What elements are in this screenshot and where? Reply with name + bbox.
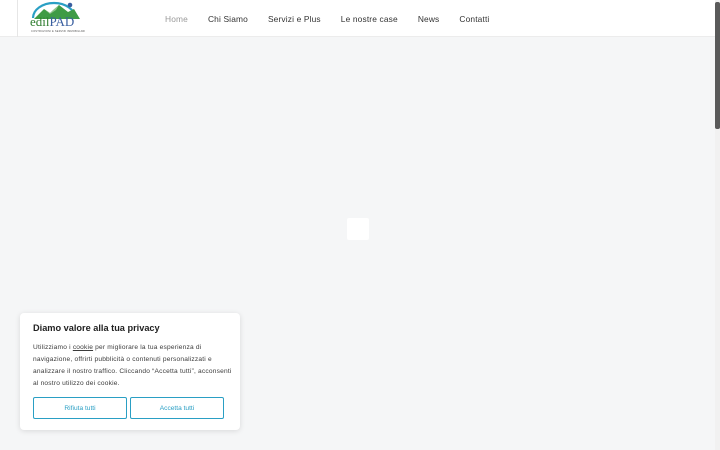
header-divider [17, 0, 18, 37]
site-header: edilPAD COSTRUZIONI E SERVIZI IMMOBILIAR… [0, 0, 715, 37]
loading-indicator [347, 218, 369, 240]
nav-item-le-nostre-case[interactable]: Le nostre case [331, 14, 408, 24]
nav-item-contatti[interactable]: Contatti [449, 14, 499, 24]
logo-tagline: COSTRUZIONI E SERVIZI IMMOBILIARI [31, 30, 86, 33]
cookie-banner-title: Diamo valore alla tua privacy [33, 323, 160, 333]
cookie-consent-banner: Diamo valore alla tua privacy Utilizziam… [20, 313, 240, 430]
reject-all-button[interactable]: Rifiuta tutti [33, 397, 127, 419]
page-scrollbar[interactable] [715, 0, 720, 450]
nav-item-home[interactable]: Home [155, 14, 198, 24]
cookie-policy-link[interactable]: cookie [73, 344, 93, 351]
site-logo[interactable]: edilPAD COSTRUZIONI E SERVIZI IMMOBILIAR… [30, 1, 86, 35]
nav-item-chi-siamo[interactable]: Chi Siamo [198, 14, 258, 24]
nav-item-servizi[interactable]: Servizi e Plus [258, 14, 331, 24]
cookie-banner-text: Utilizziamo i cookie per migliorare la t… [33, 342, 233, 390]
logo-wordmark: edilPAD [30, 14, 75, 29]
nav-item-news[interactable]: News [408, 14, 450, 24]
main-navigation: Home Chi Siamo Servizi e Plus Le nostre … [155, 0, 499, 37]
accept-all-button[interactable]: Accetta tutti [130, 397, 224, 419]
cookie-text-intro: Utilizziamo i [33, 344, 73, 351]
scrollbar-thumb[interactable] [715, 2, 720, 129]
